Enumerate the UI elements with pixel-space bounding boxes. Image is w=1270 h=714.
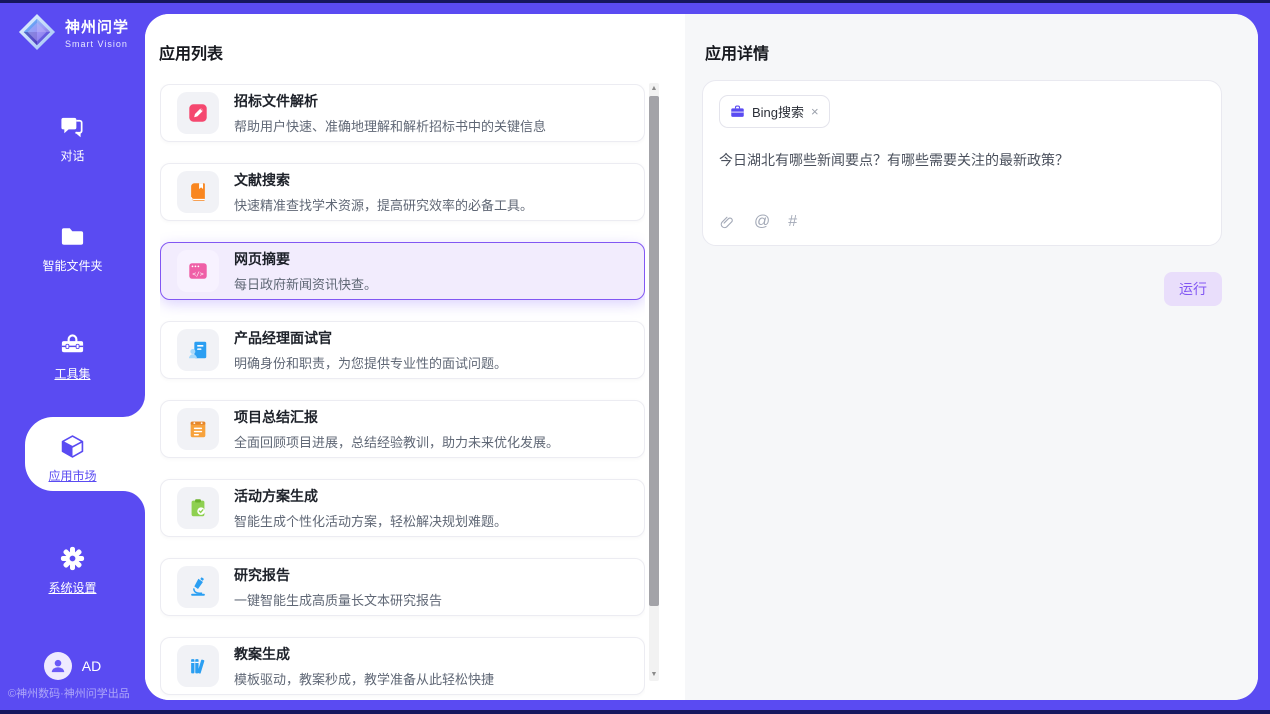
app-details-title: 应用详情	[705, 40, 769, 64]
book-icon	[177, 171, 219, 213]
user-initials: AD	[82, 658, 101, 674]
app-card-title: 产品经理面试官	[234, 328, 507, 348]
notepad-icon	[177, 408, 219, 450]
tool-chip-bing-search[interactable]: Bing搜索 ×	[719, 95, 830, 128]
toolbox-icon	[59, 331, 86, 358]
app-card-description: 模板驱动，教案秒成，教学准备从此轻松快捷	[234, 669, 494, 688]
interview-doc-icon	[177, 329, 219, 371]
composer-toolbar: @ #	[719, 213, 1205, 231]
sidebar-item-toolset[interactable]: 工具集	[0, 331, 145, 382]
sidebar-item-label: 工具集	[54, 365, 90, 382]
app-card-bid-analysis[interactable]: 招标文件解析 帮助用户快速、准确地理解和解析招标书中的关键信息	[160, 84, 645, 142]
main-container: 应用列表 招标文件解析 帮助用户快速、准确地理解和解析招标书中的关键信息	[145, 14, 1258, 700]
app-card-title: 活动方案生成	[234, 486, 507, 506]
app-card-web-summary[interactable]: </> 网页摘要 每日政府新闻资讯快查。	[160, 242, 645, 300]
clipboard-check-icon	[177, 487, 219, 529]
briefcase-icon	[730, 104, 745, 119]
tool-chip-label: Bing搜索	[752, 102, 804, 121]
sidebar-item-app-market[interactable]: 应用市场	[0, 433, 145, 484]
app-card-description: 每日政府新闻资讯快查。	[234, 274, 377, 293]
gear-icon	[59, 545, 86, 572]
sidebar-item-label: 智能文件夹	[42, 257, 102, 274]
app-card-literature-search[interactable]: 文献搜索 快速精准查找学术资源，提高研究效率的必备工具。	[160, 163, 645, 221]
prompt-input[interactable]: 今日湖北有哪些新闻要点？有哪些需要关注的最新政策？	[719, 150, 1205, 213]
run-button[interactable]: 运行	[1164, 272, 1222, 306]
app-card-description: 帮助用户快速、准确地理解和解析招标书中的关键信息	[234, 116, 546, 135]
app-card-description: 智能生成个性化活动方案，轻松解决规划难题。	[234, 511, 507, 530]
app-card-title: 文献搜索	[234, 170, 533, 190]
app-card-title: 研究报告	[234, 565, 442, 585]
app-card-description: 快速精准查找学术资源，提高研究效率的必备工具。	[234, 195, 533, 214]
scroll-up-icon[interactable]: ▲	[649, 83, 659, 95]
sidebar-item-label: 应用市场	[48, 467, 96, 484]
app-card-project-summary[interactable]: 项目总结汇报 全面回顾项目进展，总结经验教训，助力未来优化发展。	[160, 400, 645, 458]
sidebar-item-label: 系统设置	[48, 579, 96, 596]
app-card-description: 一键智能生成高质量长文本研究报告	[234, 590, 442, 609]
edit-square-icon	[177, 92, 219, 134]
books-icon	[177, 645, 219, 687]
app-frame: 神州问学 Smart Vision 对话 智能文件夹	[0, 3, 1270, 710]
user-account[interactable]: AD	[0, 652, 145, 680]
svg-text:</>: </>	[192, 270, 204, 278]
cube-icon	[59, 433, 86, 460]
app-details-panel: 应用详情 Bing搜索 × 今日湖北有哪些新闻要点？有哪些需要关注的最新政策？	[685, 14, 1258, 700]
chat-icon	[59, 113, 86, 140]
brand-logo: 神州问学 Smart Vision	[18, 13, 129, 51]
app-card-description: 明确身份和职责，为您提供专业性的面试问题。	[234, 353, 507, 372]
microscope-icon	[177, 566, 219, 608]
app-card-description: 全面回顾项目进展，总结经验教训，助力未来优化发展。	[234, 432, 559, 451]
sidebar-item-chat[interactable]: 对话	[0, 113, 145, 164]
avatar	[44, 652, 72, 680]
fillet-top	[123, 395, 145, 417]
app-card-title: 招标文件解析	[234, 91, 546, 111]
mention-icon[interactable]: @	[754, 213, 770, 231]
app-list-panel: 应用列表 招标文件解析 帮助用户快速、准确地理解和解析招标书中的关键信息	[145, 14, 685, 700]
app-card-lesson-plan[interactable]: 教案生成 模板驱动，教案秒成，教学准备从此轻松快捷	[160, 637, 645, 695]
sidebar-item-settings[interactable]: 系统设置	[0, 545, 145, 596]
app-card-pm-interviewer[interactable]: 产品经理面试官 明确身份和职责，为您提供专业性的面试问题。	[160, 321, 645, 379]
sidebar-item-label: 对话	[60, 147, 84, 164]
fillet-bottom	[123, 491, 145, 513]
folder-icon	[59, 223, 86, 250]
scrollbar[interactable]: ▲ ▼	[649, 83, 659, 681]
person-icon	[48, 656, 68, 676]
hash-icon[interactable]: #	[788, 213, 797, 231]
app-card-title: 项目总结汇报	[234, 407, 559, 427]
app-card-research-report[interactable]: 研究报告 一键智能生成高质量长文本研究报告	[160, 558, 645, 616]
scroll-down-icon[interactable]: ▼	[649, 669, 659, 681]
app-card-event-plan[interactable]: 活动方案生成 智能生成个性化活动方案，轻松解决规划难题。	[160, 479, 645, 537]
app-card-title: 网页摘要	[234, 249, 377, 269]
prompt-card: Bing搜索 × 今日湖北有哪些新闻要点？有哪些需要关注的最新政策？ @ #	[702, 80, 1222, 246]
brand-subtitle: Smart Vision	[65, 39, 129, 49]
app-card-title: 教案生成	[234, 644, 494, 664]
copyright-text: ©神州数码·神州问学出品	[8, 685, 130, 701]
sidebar-item-smart-folder[interactable]: 智能文件夹	[0, 223, 145, 274]
app-list-title: 应用列表	[159, 40, 223, 64]
app-list: 招标文件解析 帮助用户快速、准确地理解和解析招标书中的关键信息 文献搜索	[160, 84, 645, 700]
diamond-logo-icon	[18, 13, 56, 51]
brand-name: 神州问学	[65, 16, 129, 37]
scrollbar-thumb[interactable]	[649, 96, 659, 606]
attachment-icon[interactable]	[719, 214, 736, 231]
close-icon[interactable]: ×	[811, 105, 819, 118]
browser-code-icon: </>	[177, 250, 219, 292]
sidebar: 神州问学 Smart Vision 对话 智能文件夹	[0, 3, 145, 710]
